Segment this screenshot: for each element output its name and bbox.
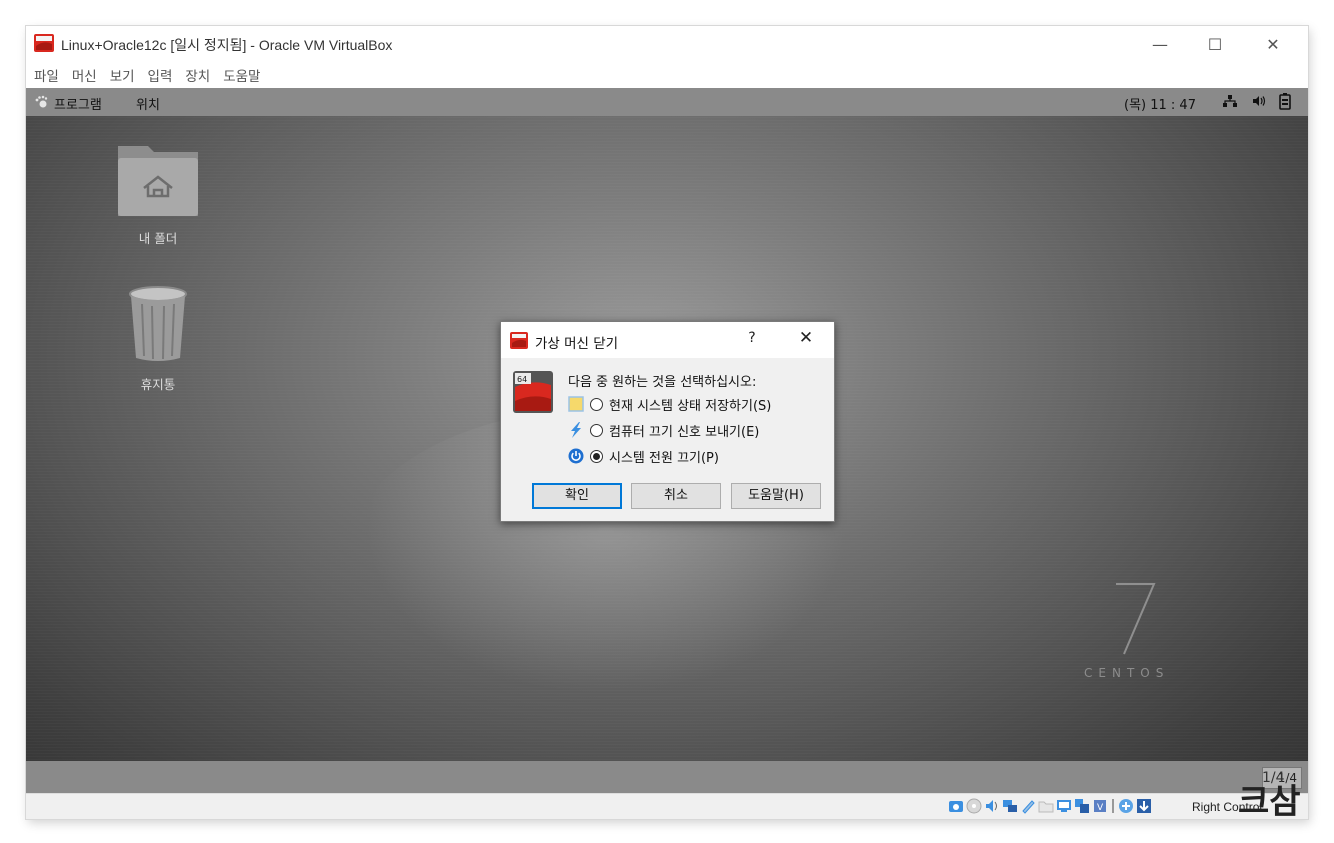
option-save-state[interactable]: 현재 시스템 상태 저장하기(S)	[568, 393, 771, 415]
minimize-button[interactable]: —	[1137, 26, 1183, 62]
trash-label[interactable]: 휴지통	[116, 374, 200, 393]
virtualbox-dialog-icon	[510, 332, 528, 349]
home-folder-icon[interactable]	[116, 138, 200, 218]
menu-input[interactable]: 입력	[148, 65, 173, 85]
option-acpi-shutdown[interactable]: 컴퓨터 끄기 신호 보내기(E)	[568, 419, 759, 441]
network-icon[interactable]	[1222, 93, 1238, 109]
vm-status-bar: V Right Control	[26, 793, 1308, 819]
menu-help[interactable]: 도움말	[223, 65, 260, 85]
dialog-help-button[interactable]: ?	[741, 330, 763, 352]
menu-file[interactable]: 파일	[34, 65, 59, 85]
maximize-button[interactable]: ☐	[1192, 26, 1238, 62]
radio-acpi-shutdown[interactable]	[590, 423, 603, 437]
dialog-title-bar: 가상 머신 닫기 ? ✕	[501, 322, 834, 358]
places-menu[interactable]: 위치	[136, 94, 160, 113]
menu-machine[interactable]: 머신	[72, 65, 97, 85]
hard-disk-icon[interactable]	[948, 798, 964, 814]
dialog-prompt: 다음 중 원하는 것을 선택하십시오:	[568, 375, 757, 390]
shared-folder-icon[interactable]	[1038, 798, 1054, 814]
radio-power-off[interactable]	[590, 449, 603, 463]
close-window-button[interactable]: ✕	[1250, 26, 1296, 62]
menu-view[interactable]: 보기	[110, 65, 135, 85]
guest-top-panel: 프로그램 위치 (목) 11 : 47	[26, 88, 1308, 116]
save-state-icon	[568, 396, 584, 412]
mouse-integration-icon[interactable]	[1118, 798, 1134, 814]
window-title: Linux+Oracle12c [일시 정지됨] - Oracle VM Vir…	[61, 37, 393, 53]
video-capture-icon[interactable]	[1074, 798, 1090, 814]
dialog-title: 가상 머신 닫기	[535, 336, 619, 352]
gnome-foot-icon	[35, 95, 48, 108]
usb-icon[interactable]	[1020, 798, 1036, 814]
help-button[interactable]: 도움말(H)	[731, 483, 821, 509]
keyboard-capture-icon[interactable]	[1136, 798, 1152, 814]
volume-icon[interactable]	[1252, 94, 1266, 108]
virtualbox-window: Linux+Oracle12c [일시 정지됨] - Oracle VM Vir…	[26, 26, 1308, 819]
option-power-off-label[interactable]: 시스템 전원 끄기(P)	[609, 447, 719, 466]
acpi-shutdown-icon	[571, 422, 581, 438]
dialog-close-button[interactable]: ✕	[793, 328, 819, 352]
svg-text:64: 64	[517, 375, 527, 384]
cpu-vt-icon[interactable]: V	[1092, 798, 1108, 814]
panel-clock[interactable]: (목) 11 : 47	[1124, 94, 1196, 113]
power-off-icon	[568, 448, 584, 464]
corner-glyph: 크삼	[1238, 782, 1301, 822]
option-acpi-shutdown-label[interactable]: 컴퓨터 끄기 신호 보내기(E)	[609, 421, 759, 440]
network-adapter-icon[interactable]	[1002, 798, 1018, 814]
centos-wordmark: CENTOS	[1084, 666, 1170, 680]
menu-bar: 파일 머신 보기 입력 장치 도움말	[26, 62, 1308, 88]
status-bar-device-icons: V	[948, 798, 1152, 814]
battery-icon[interactable]	[1279, 93, 1291, 110]
status-separator-icon	[1112, 799, 1114, 813]
radio-save-state[interactable]	[590, 397, 603, 411]
title-bar: Linux+Oracle12c [일시 정지됨] - Oracle VM Vir…	[26, 26, 1308, 62]
option-power-off[interactable]: 시스템 전원 끄기(P)	[568, 445, 719, 467]
guest-screen[interactable]: 프로그램 위치 (목) 11 : 47 내 폴더 휴지통 CENTOS 1/4 …	[26, 88, 1308, 793]
optical-drive-icon[interactable]	[966, 798, 982, 814]
virtualbox-app-icon	[34, 34, 54, 52]
audio-icon[interactable]	[984, 798, 1000, 814]
centos-seven-logo	[1116, 583, 1156, 655]
home-folder-label[interactable]: 내 폴더	[116, 228, 200, 247]
applications-menu[interactable]: 프로그램	[54, 94, 102, 113]
trash-icon[interactable]	[126, 284, 190, 364]
ok-button[interactable]: 확인	[532, 483, 622, 509]
cancel-button[interactable]: 취소	[631, 483, 721, 509]
guest-bottom-panel: 1/4	[26, 761, 1308, 793]
menu-devices[interactable]: 장치	[185, 65, 210, 85]
vm-64bit-icon: 64	[513, 371, 553, 413]
option-save-state-label[interactable]: 현재 시스템 상태 저장하기(S)	[609, 395, 771, 414]
svg-text:V: V	[1097, 803, 1104, 813]
display-icon[interactable]	[1056, 798, 1072, 814]
close-vm-dialog: 가상 머신 닫기 ? ✕ 64 다음 중 원하는 것을 선택하십시오: 현재 시…	[500, 321, 835, 522]
